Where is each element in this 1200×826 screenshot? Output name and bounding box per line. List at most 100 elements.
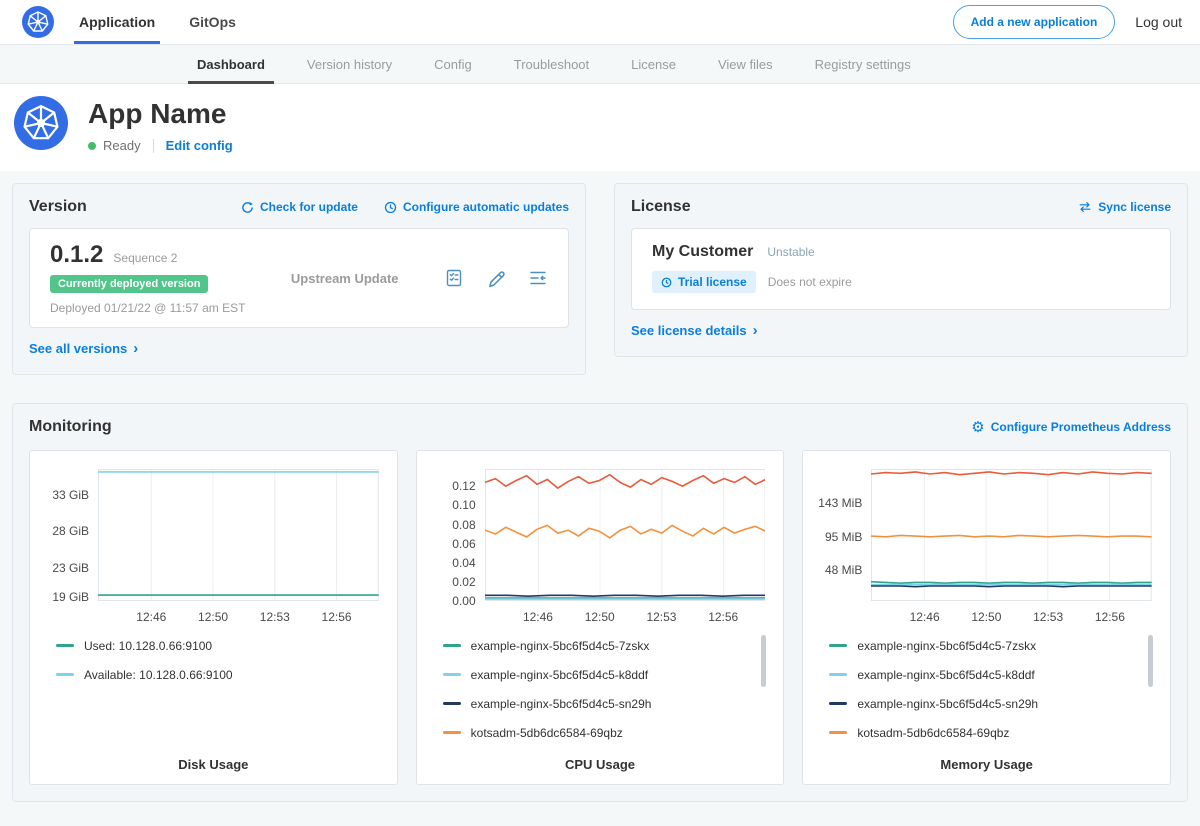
memory-usage-y-axis: 143 MiB95 MiB48 MiB <box>817 469 871 601</box>
subnav-tab-view-files[interactable]: View files <box>697 45 794 83</box>
legend-item: example-nginx-5bc6f5d4c5-7zskx <box>443 631 770 660</box>
configure-automatic-updates-link[interactable]: Configure automatic updates <box>384 200 569 214</box>
cpu-usage-x-axis: 12:4612:5012:5312:56 <box>485 601 766 627</box>
version-details: 0.1.2 Sequence 2 Currently deployed vers… <box>50 241 245 315</box>
legend-color-dash <box>443 702 461 705</box>
license-type-label: Trial license <box>678 275 747 289</box>
legend-item: example-nginx-5bc6f5d4c5-7zskx <box>829 631 1156 660</box>
legend-item: example-nginx-5bc6f5d4c5-sn29h <box>829 689 1156 718</box>
x-axis-label: 12:53 <box>260 610 290 624</box>
trial-clock-icon <box>661 277 672 288</box>
y-axis-label: 95 MiB <box>825 530 862 544</box>
legend-scrollbar[interactable] <box>761 635 766 687</box>
current-version-box: 0.1.2 Sequence 2 Currently deployed vers… <box>29 228 569 328</box>
see-all-versions-link[interactable]: See all versions › <box>29 340 138 357</box>
sync-icon <box>1078 201 1092 213</box>
x-axis-label: 12:50 <box>971 610 1001 624</box>
see-license-details-label: See license details <box>631 323 747 338</box>
license-type-badge: Trial license <box>652 271 756 293</box>
memory-usage-plot <box>871 469 1152 601</box>
disk-usage-legend: Used: 10.128.0.66:9100Available: 10.128.… <box>56 631 383 749</box>
legend-color-dash <box>829 731 847 734</box>
divider <box>153 139 154 153</box>
logout-link[interactable]: Log out <box>1135 14 1182 30</box>
tab-application[interactable]: Application <box>62 0 172 44</box>
subnav-tab-license[interactable]: License <box>610 45 697 83</box>
app-logo-icon <box>14 96 68 150</box>
subnav-tab-troubleshoot[interactable]: Troubleshoot <box>493 45 610 83</box>
cpu-usage-y-axis: 0.120.100.080.060.040.020.00 <box>431 469 485 601</box>
series-line <box>871 586 1152 587</box>
legend-color-dash <box>443 673 461 676</box>
x-axis-label: 12:56 <box>708 610 738 624</box>
sync-license-label: Sync license <box>1098 200 1171 214</box>
subnav-tab-version-history[interactable]: Version history <box>286 45 413 83</box>
cpu-usage-plot <box>485 469 766 601</box>
dashboard-main: Version Check for update <box>0 171 1200 826</box>
chart-title: Disk Usage <box>44 757 383 772</box>
app-info: App Name Ready Edit config <box>88 96 233 153</box>
legend-item: kotsadm-5db6dc6584-69qbz <box>443 718 770 747</box>
topnav-right: Add a new application Log out <box>953 0 1182 44</box>
x-axis-label: 12:53 <box>646 610 676 624</box>
see-all-versions-label: See all versions <box>29 341 127 356</box>
disk-usage-y-axis: 33 GiB28 GiB23 GiB19 GiB <box>44 469 98 601</box>
top-navbar: Application GitOps Add a new application… <box>0 0 1200 45</box>
legend-item: example-nginx-5bc6f5d4c5-sn29h <box>443 689 770 718</box>
check-for-update-link[interactable]: Check for update <box>241 200 358 214</box>
monitoring-title: Monitoring <box>29 418 112 436</box>
add-application-button[interactable]: Add a new application <box>953 5 1116 39</box>
y-axis-label: 0.02 <box>452 575 475 589</box>
legend-label: kotsadm-5db6dc6584-69qbz <box>857 726 1009 740</box>
check-for-update-label: Check for update <box>260 200 358 214</box>
legend-item: Available: 10.128.0.66:9100 <box>56 660 383 689</box>
edit-config-link[interactable]: Edit config <box>166 138 233 153</box>
sync-license-link[interactable]: Sync license <box>1078 200 1171 214</box>
app-header: App Name Ready Edit config <box>0 84 1200 171</box>
deployed-badge: Currently deployed version <box>50 275 208 293</box>
subnav-tab-dashboard[interactable]: Dashboard <box>176 45 286 83</box>
memory-usage-legend: example-nginx-5bc6f5d4c5-7zskx example-ng… <box>829 631 1156 749</box>
cpu-usage-legend: example-nginx-5bc6f5d4c5-7zskx example-ng… <box>443 631 770 749</box>
disk-usage-chart-card: 33 GiB28 GiB23 GiB19 GiB 12:4612:5012:53… <box>29 450 398 785</box>
subnav-tab-config[interactable]: Config <box>413 45 493 83</box>
subnav-tab-registry-settings[interactable]: Registry settings <box>794 45 932 83</box>
legend-color-dash <box>443 644 461 647</box>
release-notes-icon[interactable] <box>444 268 464 288</box>
x-axis-label: 12:56 <box>1095 610 1125 624</box>
chart-svg <box>485 469 766 601</box>
version-number: 0.1.2 <box>50 241 103 269</box>
monitoring-card: Monitoring ⚙ Configure Prometheus Addres… <box>12 403 1188 802</box>
gear-icon: ⚙ <box>971 420 984 435</box>
config-edit-icon[interactable] <box>486 268 506 288</box>
kubernetes-logo[interactable] <box>22 0 54 44</box>
y-axis-label: 0.10 <box>452 498 475 512</box>
chart-title: CPU Usage <box>431 757 770 772</box>
y-axis-label: 0.06 <box>452 537 475 551</box>
y-axis-label: 33 GiB <box>52 488 89 502</box>
legend-label: example-nginx-5bc6f5d4c5-sn29h <box>857 697 1038 711</box>
sequence-label: Sequence 2 <box>113 251 177 265</box>
diff-icon[interactable] <box>528 268 548 288</box>
topnav-tabs: Application GitOps <box>62 0 253 44</box>
legend-scrollbar[interactable] <box>1148 635 1153 687</box>
legend-color-dash <box>829 673 847 676</box>
legend-label: example-nginx-5bc6f5d4c5-k8ddf <box>471 668 648 682</box>
legend-label: example-nginx-5bc6f5d4c5-7zskx <box>857 639 1036 653</box>
license-card: License Sync license My Customer Unstabl… <box>614 183 1188 357</box>
y-axis-label: 23 GiB <box>52 561 89 575</box>
legend-item: example-nginx-5bc6f5d4c5-k8ddf <box>829 660 1156 689</box>
y-axis-label: 143 MiB <box>818 496 862 510</box>
chart-title: Memory Usage <box>817 757 1156 772</box>
configure-automatic-updates-label: Configure automatic updates <box>403 200 569 214</box>
see-license-details-link[interactable]: See license details › <box>631 322 758 339</box>
legend-item: Used: 10.128.0.66:9100 <box>56 631 383 660</box>
legend-label: example-nginx-5bc6f5d4c5-k8ddf <box>857 668 1034 682</box>
tab-gitops[interactable]: GitOps <box>172 0 253 44</box>
legend-item: kotsadm-5db6dc6584-69qbz <box>829 718 1156 747</box>
configure-prometheus-link[interactable]: ⚙ Configure Prometheus Address <box>971 420 1171 435</box>
series-line <box>485 595 766 596</box>
version-card-title: Version <box>29 198 87 216</box>
chart-svg <box>871 469 1152 601</box>
y-axis-label: 0.12 <box>452 479 475 493</box>
